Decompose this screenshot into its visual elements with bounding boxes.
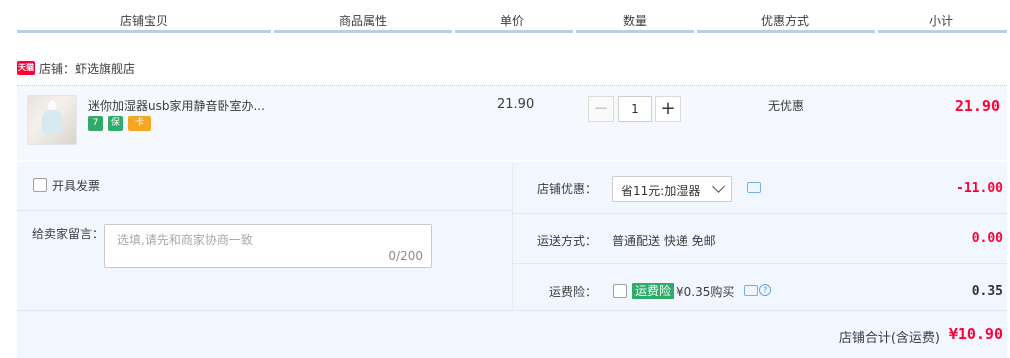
header-divider [697,30,875,33]
header-divider [576,30,694,33]
cart-table-header: 店铺宝贝 商品属性 单价 数量 优惠方式 小计 [17,0,1007,34]
item-subtotal: 21.90 [954,97,1000,115]
chevron-down-icon [712,180,725,193]
panel-divider [513,263,1007,264]
humidifier-body-shape [42,110,62,134]
column-header-attributes: 商品属性 [339,14,388,28]
product-title-link[interactable]: 迷你加湿器usb家用静音卧室办... [88,97,278,114]
header-divider [17,30,271,33]
quantity-decrease-button[interactable]: − [588,96,614,122]
seven-day-return-icon[interactable]: 7 [88,116,103,131]
shop-total-value: ¥10.90 [948,325,1003,343]
invoice-label: 开具发票 [52,179,101,193]
guarantee-icon[interactable]: 保 [108,116,123,131]
panel-divider [17,210,512,211]
panel-vertical-divider [512,162,513,310]
message-label: 给卖家留言： [32,227,105,241]
shop-discount-amount: -11.00 [956,181,1003,196]
tmall-logo-icon: 天猫 [17,61,35,75]
unit-price: 21.90 [497,97,535,112]
panel-divider [17,310,1007,311]
insurance-label: 运费险： [549,285,598,299]
delivery-method: 普通配送 快递 免邮 [612,234,716,248]
quantity-increase-button[interactable]: + [655,96,681,122]
insurance-price: ¥0.35购买 [676,285,735,299]
shop-discount-selected: 省11元:加湿器 [621,184,701,198]
header-divider [878,30,1007,33]
credit-card-icon[interactable]: 卡 [128,116,151,131]
seller-message-textarea[interactable]: 选填,请先和商家协商一致 0/200 [104,224,432,268]
column-header-shop-item: 店铺宝贝 [120,14,169,28]
shop-discount-select[interactable]: 省11元:加湿器 [612,176,732,202]
promotion-text: 无优惠 [768,99,805,113]
shop-total-label: 店铺合计(含运费) [838,331,940,346]
header-divider [274,30,452,33]
delivery-label: 运送方式： [537,234,598,248]
column-header-promotion: 优惠方式 [761,14,810,28]
column-header-unit-price: 单价 [500,14,525,28]
quantity-input[interactable] [618,96,652,122]
column-header-subtotal: 小计 [929,14,954,28]
invoice-checkbox[interactable] [33,178,47,192]
shop-name-link[interactable]: 店铺：虾选旗舰店 [39,60,135,77]
product-thumbnail[interactable] [27,95,77,145]
comment-bubble-icon[interactable] [747,182,761,193]
insurance-tag: 运费险 [632,283,675,299]
message-char-counter: 0/200 [388,249,423,263]
message-placeholder: 选填,请先和商家协商一致 [117,233,253,247]
panel-divider [513,213,1007,214]
shop-discount-label: 店铺优惠： [537,182,598,196]
comment-bubble-icon[interactable] [744,285,758,296]
insurance-checkbox[interactable] [613,284,627,298]
column-header-quantity: 数量 [623,14,648,28]
header-divider [455,30,573,33]
help-question-icon[interactable]: ? [759,284,771,296]
delivery-amount: 0.00 [971,231,1003,246]
insurance-amount: 0.35 [971,284,1003,299]
